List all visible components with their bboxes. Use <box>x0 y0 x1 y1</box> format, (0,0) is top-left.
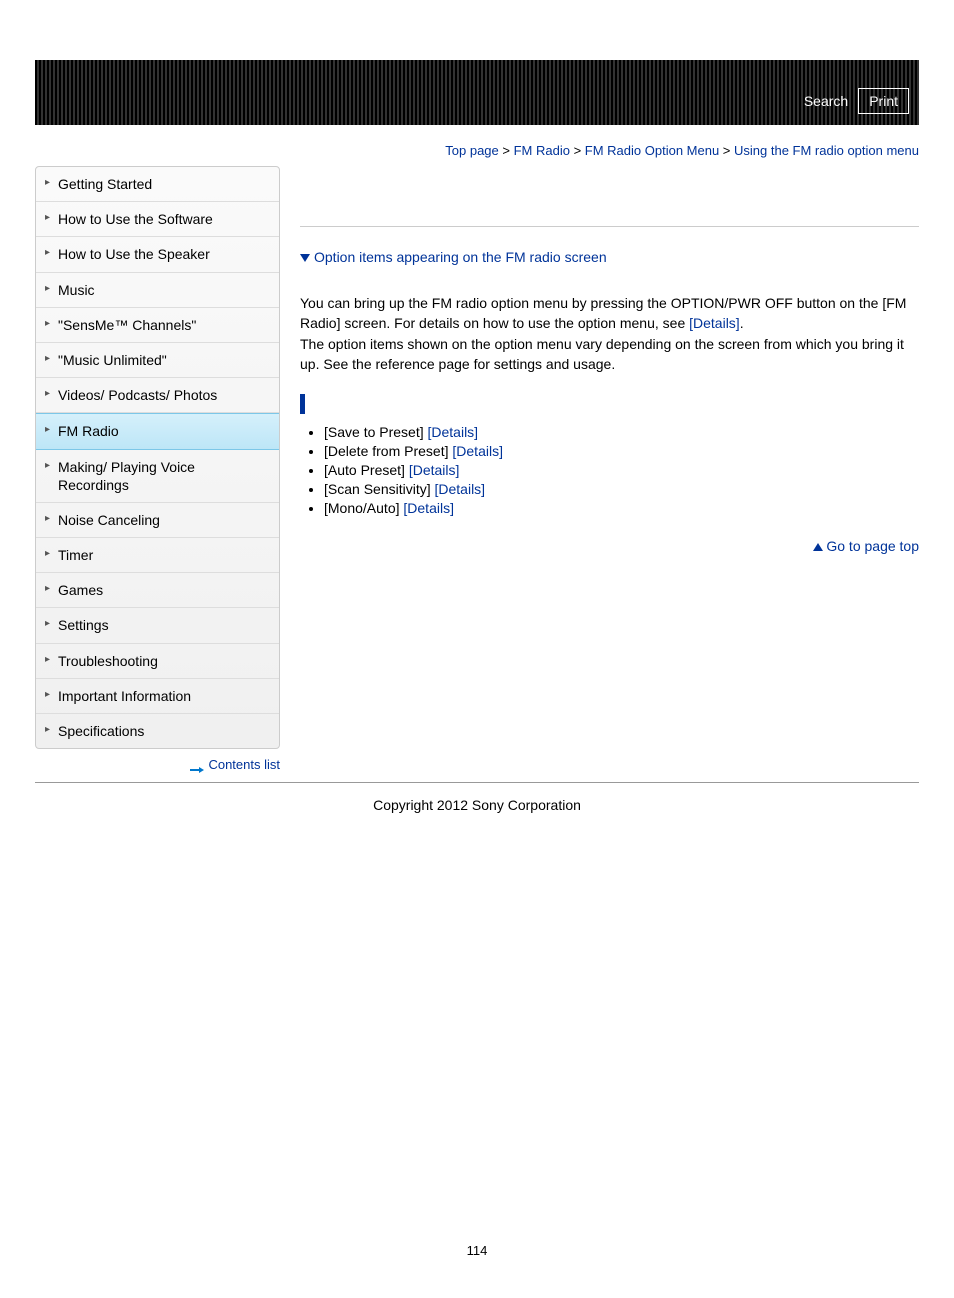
sidebar-item[interactable]: Games <box>36 573 279 608</box>
details-link[interactable]: [Details] <box>435 481 486 497</box>
arrow-right-icon <box>190 762 204 770</box>
breadcrumb: Top page > FM Radio > FM Radio Option Me… <box>35 125 919 166</box>
sidebar-item[interactable]: How to Use the Speaker <box>36 237 279 272</box>
sidebar-item[interactable]: "Music Unlimited" <box>36 343 279 378</box>
sidebar-item[interactable]: FM Radio <box>36 413 279 449</box>
details-link[interactable]: [Details] <box>689 315 740 331</box>
breadcrumb-sep: > <box>570 143 585 158</box>
header-bar: Search Print <box>35 60 919 125</box>
option-label: [Save to Preset] <box>324 424 428 440</box>
option-list-item: [Mono/Auto] [Details] <box>324 500 919 516</box>
contents-list-wrap: Contents list <box>35 749 280 772</box>
option-list: [Save to Preset] [Details][Delete from P… <box>300 424 919 516</box>
para2: The option items shown on the option men… <box>300 336 904 372</box>
sidebar: Getting StartedHow to Use the SoftwareHo… <box>35 166 280 749</box>
sidebar-item[interactable]: Making/ Playing Voice Recordings <box>36 450 279 503</box>
header-actions: Search Print <box>804 88 909 114</box>
details-link[interactable]: [Details] <box>409 462 460 478</box>
contents-list-link[interactable]: Contents list <box>208 757 280 772</box>
para1a: You can bring up the FM radio option men… <box>300 295 906 331</box>
copyright: Copyright 2012 Sony Corporation <box>35 797 919 813</box>
option-list-item: [Scan Sensitivity] [Details] <box>324 481 919 497</box>
sidebar-item[interactable]: Troubleshooting <box>36 644 279 679</box>
option-label: [Auto Preset] <box>324 462 409 478</box>
breadcrumb-cat-link[interactable]: FM Radio <box>514 143 570 158</box>
chevron-down-icon <box>300 254 310 262</box>
option-list-item: [Delete from Preset] [Details] <box>324 443 919 459</box>
page-top-link[interactable]: Go to page top <box>826 538 919 554</box>
print-button[interactable]: Print <box>858 88 909 114</box>
anchor-row: Option items appearing on the FM radio s… <box>300 249 919 265</box>
option-label: [Delete from Preset] <box>324 443 452 459</box>
sidebar-item[interactable]: "SensMe™ Channels" <box>36 308 279 343</box>
details-link[interactable]: [Details] <box>403 500 454 516</box>
breadcrumb-sep: > <box>719 143 734 158</box>
main-content: Option items appearing on the FM radio s… <box>300 166 919 772</box>
body-text: You can bring up the FM radio option men… <box>300 293 919 374</box>
section-bar-icon <box>300 394 305 414</box>
details-link[interactable]: [Details] <box>452 443 503 459</box>
section-anchor-link[interactable]: Option items appearing on the FM radio s… <box>314 249 607 265</box>
sidebar-item[interactable]: Music <box>36 273 279 308</box>
details-link[interactable]: [Details] <box>428 424 479 440</box>
option-label: [Scan Sensitivity] <box>324 481 435 497</box>
sidebar-item[interactable]: Videos/ Podcasts/ Photos <box>36 378 279 413</box>
option-label: [Mono/Auto] <box>324 500 403 516</box>
sidebar-item[interactable]: Noise Canceling <box>36 503 279 538</box>
option-list-item: [Auto Preset] [Details] <box>324 462 919 478</box>
sidebar-item[interactable]: Specifications <box>36 714 279 748</box>
sidebar-item[interactable]: Getting Started <box>36 167 279 202</box>
para1b: . <box>740 315 744 331</box>
sidebar-item[interactable]: Settings <box>36 608 279 643</box>
option-list-item: [Save to Preset] [Details] <box>324 424 919 440</box>
page-number: 114 <box>35 1243 919 1258</box>
chevron-up-icon <box>813 543 823 551</box>
sidebar-column: Getting StartedHow to Use the SoftwareHo… <box>35 166 280 772</box>
search-link[interactable]: Search <box>804 93 848 109</box>
breadcrumb-subcat-link[interactable]: FM Radio Option Menu <box>585 143 719 158</box>
breadcrumb-current: Using the FM radio option menu <box>734 143 919 158</box>
divider <box>300 226 919 227</box>
sidebar-item[interactable]: Timer <box>36 538 279 573</box>
sidebar-item[interactable]: How to Use the Software <box>36 202 279 237</box>
breadcrumb-sep: > <box>499 143 514 158</box>
breadcrumb-top-link[interactable]: Top page <box>445 143 499 158</box>
page-top-wrap: Go to page top <box>300 538 919 554</box>
sidebar-item[interactable]: Important Information <box>36 679 279 714</box>
